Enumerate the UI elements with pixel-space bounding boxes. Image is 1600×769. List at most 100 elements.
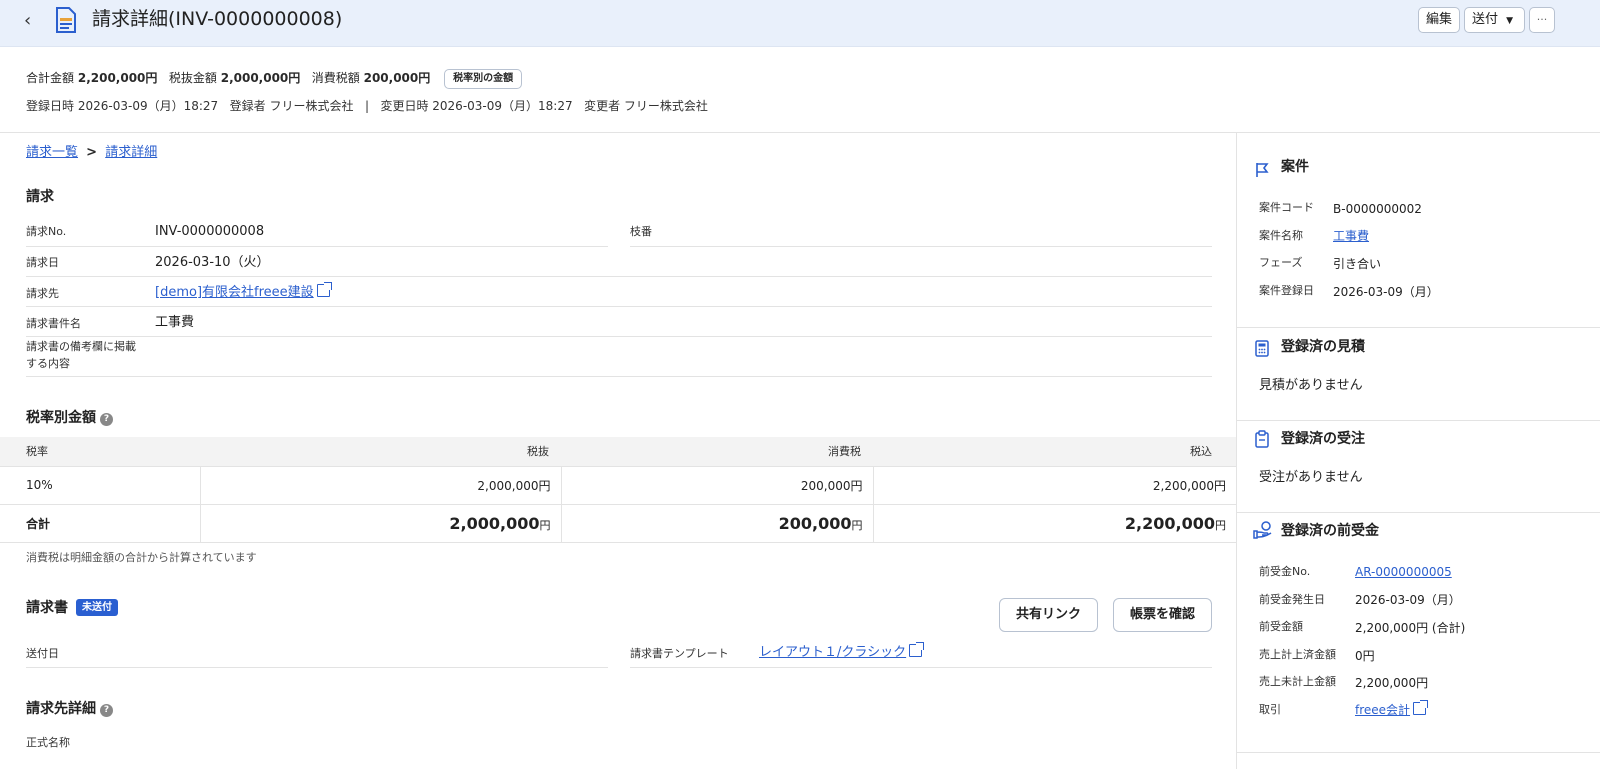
- orders-heading: 登録済の受注: [1281, 431, 1365, 447]
- client-label: 請求先: [26, 287, 59, 300]
- registered-label: 登録日時: [26, 99, 75, 113]
- pretax-value: 2,000,000円: [220, 71, 301, 85]
- invoice-date-label: 請求日: [26, 256, 59, 269]
- tax-rate-amount-button[interactable]: 税率別の金額: [444, 68, 523, 89]
- tax-rate-heading: 税率別金額?: [26, 408, 113, 428]
- flag-icon: [1256, 163, 1269, 177]
- project-phase-label: フェーズ: [1259, 256, 1303, 269]
- help-icon[interactable]: ?: [100, 704, 113, 717]
- client-link[interactable]: [demo]有限会社freee建設: [155, 285, 314, 300]
- template-label: 請求書テンプレート: [630, 647, 729, 660]
- advance-amount-value: 2,200,000円 (合計): [1355, 621, 1466, 635]
- booked-amount-label: 売上計上済金額: [1259, 648, 1336, 661]
- yen-unit: 円: [1215, 518, 1226, 532]
- advance-date-label: 前受金発生日: [1259, 593, 1325, 606]
- column-header: 税込: [873, 437, 1236, 467]
- invoice-no-row: 請求No. INV-0000000008: [26, 217, 608, 247]
- invoice-date-value: 2026-03-10（火）: [155, 255, 270, 270]
- share-link-button[interactable]: 共有リンク: [999, 598, 1098, 632]
- pretax-cell: 2,000,000円: [199, 466, 561, 505]
- advance-amount-label: 前受金額: [1259, 620, 1303, 633]
- breadcrumb-invoice-list[interactable]: 請求一覧: [26, 145, 78, 160]
- tax-rate-table: 税率 税抜 消費税 税込 10% 2,000,000円 200,000円 2,2…: [0, 437, 1236, 543]
- total-label: 合計金額: [26, 71, 75, 85]
- divider: [1237, 752, 1600, 753]
- advance-heading: 登録済の前受金: [1281, 523, 1379, 539]
- tax-rate-heading-text: 税率別金額: [26, 410, 96, 426]
- status-badge: 未送付: [76, 599, 118, 616]
- project-heading: 案件: [1281, 159, 1309, 175]
- advance-no-label: 前受金No.: [1259, 565, 1311, 578]
- invoice-date-row: 請求日 2026-03-10（火）: [26, 247, 1212, 277]
- send-button[interactable]: 送付 ▼: [1464, 7, 1525, 33]
- subject-row: 請求書件名 工事費: [26, 307, 1212, 337]
- tax-label: 消費税額: [311, 71, 360, 85]
- breadcrumb: 請求一覧 > 請求詳細: [26, 144, 157, 162]
- back-chevron-icon[interactable]: ‹: [24, 9, 44, 33]
- advance-no-link[interactable]: AR-0000000005: [1355, 564, 1452, 580]
- registrant-value: フリー株式会社: [269, 99, 354, 113]
- deal-link[interactable]: freee会計: [1355, 703, 1410, 717]
- remarks-row: 請求書の備考欄に掲載 する内容: [26, 337, 1212, 377]
- invoice-no-label: 請求No.: [26, 225, 67, 238]
- more-button[interactable]: ···: [1529, 7, 1555, 33]
- meta-separator: |: [364, 99, 369, 113]
- invoice-no-value: INV-0000000008: [155, 224, 265, 239]
- tax-cell: 200,000円: [560, 466, 873, 505]
- total-total: 2,200,000: [1124, 513, 1215, 533]
- project-phase-value: 引き合い: [1333, 257, 1382, 271]
- project-name-link[interactable]: 工事費: [1333, 228, 1369, 244]
- amount-summary: 合計金額 2,200,000円 税抜金額 2,000,000円 消費税額 200…: [26, 68, 523, 89]
- orders-panel: 登録済の受注 受注がありません: [1237, 421, 1600, 513]
- external-link-icon[interactable]: [316, 282, 332, 297]
- total-pretax: 2,000,000: [449, 513, 540, 533]
- table-row: 10% 2,000,000円 200,000円 2,200,000円: [0, 466, 1236, 505]
- project-code-label: 案件コード: [1259, 201, 1314, 214]
- changed-value: 2026-03-09（月）18:27: [432, 99, 573, 113]
- external-link-icon[interactable]: [1413, 700, 1429, 715]
- subject-label: 請求書件名: [26, 317, 81, 330]
- unbooked-amount-label: 売上未計上金額: [1259, 675, 1336, 688]
- caret-down-icon: ▼: [1506, 16, 1514, 26]
- confirm-document-button[interactable]: 帳票を確認: [1113, 598, 1212, 632]
- total-cell: 2,200,000円: [872, 466, 1236, 505]
- help-icon[interactable]: ?: [100, 413, 113, 426]
- yen-unit: 円: [851, 518, 863, 532]
- sent-date-label: 送付日: [26, 647, 59, 660]
- remarks-label-line1: 請求書の備考欄に掲載: [26, 340, 136, 353]
- advance-panel: 登録済の前受金 前受金No. AR-0000000005 前受金発生日 2026…: [1237, 513, 1600, 753]
- template-link[interactable]: レイアウト１/クラシック: [759, 645, 906, 660]
- column-header: 消費税: [561, 437, 873, 467]
- document-heading: 請求書 未送付: [26, 598, 118, 618]
- page-title: 請求詳細(INV-0000000008): [92, 8, 343, 30]
- edit-button[interactable]: 編集: [1418, 7, 1460, 33]
- calculator-icon: [1255, 340, 1269, 357]
- project-panel: 案件 案件コード B-0000000002 案件名称 工事費 フェーズ 引き合い…: [1237, 133, 1600, 328]
- project-date-value: 2026-03-09（月）: [1333, 285, 1439, 299]
- total-row-label: 合計: [0, 504, 200, 543]
- changer-value: フリー株式会社: [623, 99, 708, 113]
- send-button-label: 送付: [1472, 12, 1499, 27]
- estimates-heading: 登録済の見積: [1281, 339, 1365, 355]
- clipboard-icon: [1255, 430, 1269, 448]
- rate-cell: 10%: [0, 466, 200, 505]
- client-detail-heading-text: 請求先詳細: [26, 701, 96, 717]
- template-row: 請求書テンプレート レイアウト１/クラシック: [630, 638, 1212, 668]
- hand-coin-icon: [1253, 521, 1272, 539]
- orders-empty-text: 受注がありません: [1259, 470, 1363, 485]
- table-header-row: 税率 税抜 消費税 税込: [0, 437, 1236, 467]
- branch-row: 枝番: [630, 217, 1212, 247]
- sent-date-row: 送付日: [26, 638, 608, 668]
- breadcrumb-separator-icon: >: [86, 145, 98, 160]
- remarks-label-line2: する内容: [26, 357, 70, 370]
- branch-label: 枝番: [630, 225, 652, 238]
- breadcrumb-invoice-detail[interactable]: 請求詳細: [105, 145, 157, 160]
- invoice-heading: 請求: [26, 189, 54, 205]
- booked-amount-value: 0円: [1355, 649, 1375, 663]
- external-link-icon[interactable]: [909, 642, 925, 657]
- formal-name-label: 正式名称: [26, 736, 70, 749]
- column-header: 税抜: [200, 437, 561, 467]
- client-detail-heading: 請求先詳細?: [26, 699, 113, 719]
- registrant-label: 登録者: [229, 99, 266, 113]
- changer-label: 変更者: [584, 99, 621, 113]
